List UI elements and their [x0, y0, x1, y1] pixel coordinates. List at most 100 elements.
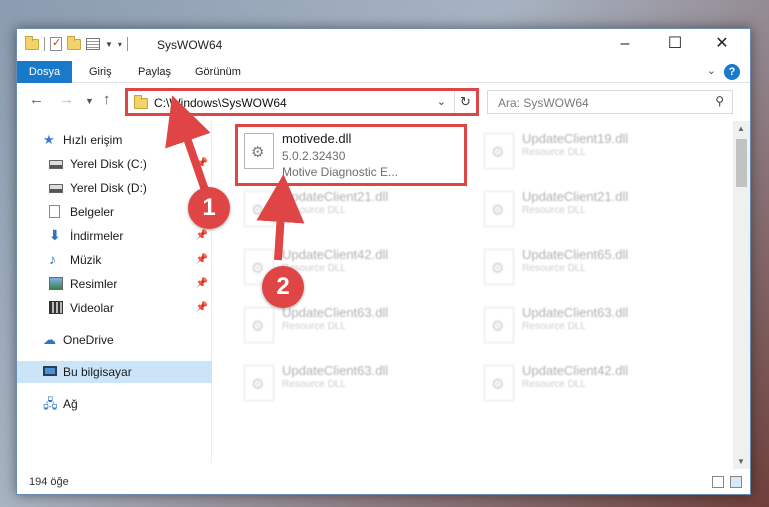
file-version: 5.0.2.32430 — [282, 149, 346, 163]
document-icon — [49, 205, 60, 218]
back-arrow-icon[interactable]: ← — [29, 91, 44, 108]
search-input[interactable]: Ara: SysWOW64 ⚲ — [487, 90, 733, 114]
scrollbar-thumb[interactable] — [736, 139, 747, 187]
pin-icon[interactable]: 📌 — [196, 273, 208, 295]
folder-icon[interactable] — [25, 35, 39, 50]
tab-home[interactable]: Giriş — [89, 61, 112, 83]
customize-qat-icon[interactable]: ▾ — [118, 40, 122, 49]
pin-icon[interactable]: 📌 — [196, 249, 208, 271]
sidebar-item-label: Müzik — [70, 253, 102, 267]
music-icon: ♪ — [49, 251, 56, 267]
toolbar-separator — [126, 37, 128, 51]
pin-icon[interactable]: 📌 — [196, 153, 208, 175]
quick-access-toolbar: ▼ ▾ — [25, 35, 128, 51]
forward-arrow-icon[interactable]: → — [59, 91, 74, 108]
file-type: Resource DLL — [282, 379, 346, 390]
address-path[interactable]: C:\Windows\SysWOW64 — [154, 96, 287, 110]
large-icons-view-icon[interactable] — [730, 476, 742, 488]
minimize-button[interactable]: – — [603, 31, 647, 57]
file-name: UpdateClient65.dll — [522, 247, 629, 262]
refresh-icon[interactable]: ↻ — [454, 91, 476, 113]
dll-file-icon — [244, 191, 274, 227]
sidebar-item-label: Belgeler — [70, 205, 115, 219]
recent-locations-icon[interactable]: ▼ — [85, 96, 94, 106]
window-title: SysWOW64 — [157, 38, 223, 52]
sidebar-item-label: Ağ — [63, 397, 78, 411]
file-type: Resource DLL — [282, 205, 346, 216]
tab-share[interactable]: Paylaş — [138, 61, 171, 83]
dll-file-icon — [484, 133, 514, 169]
file-type: Resource DLL — [522, 321, 586, 332]
file-name: UpdateClient42.dll — [282, 247, 389, 262]
file-item[interactable]: UpdateClient65.dll Resource DLL — [478, 243, 704, 299]
video-icon — [49, 301, 63, 314]
title-bar: ▼ ▾ SysWOW64 – ☐ ✕ — [17, 29, 750, 61]
sidebar-item-label: Hızlı erişim — [63, 133, 123, 147]
help-icon[interactable]: ? — [724, 64, 740, 80]
status-bar: 194 öğe — [17, 470, 750, 494]
file-name: UpdateClient63.dll — [282, 305, 389, 320]
properties-check-icon[interactable] — [50, 36, 62, 51]
maximize-button[interactable]: ☐ — [653, 31, 697, 57]
pin-icon[interactable]: 📌 — [196, 297, 208, 319]
sidebar-item-label: İndirmeler — [70, 229, 124, 243]
navigation-pane: ★ Hızlı erişim Yerel Disk (C:) 📌 Yerel D… — [17, 121, 212, 463]
file-name: UpdateClient63.dll — [522, 305, 629, 320]
scroll-down-icon[interactable]: ▼ — [737, 457, 745, 466]
file-type: Resource DLL — [282, 321, 346, 332]
toolbar-separator — [44, 37, 45, 51]
search-icon[interactable]: ⚲ — [715, 94, 724, 108]
file-name: UpdateClient21.dll — [522, 189, 629, 204]
ribbon-tabs: Dosya Giriş Paylaş Görünüm ⌄ ? — [17, 61, 750, 83]
close-button[interactable]: ✕ — [700, 31, 744, 57]
tab-file[interactable]: Dosya — [17, 61, 72, 83]
sidebar-item-documents[interactable]: Belgeler — [17, 201, 212, 223]
file-item[interactable]: UpdateClient21.dll Resource DLL — [238, 185, 464, 241]
details-view-icon[interactable] — [712, 476, 724, 488]
sidebar-item-label: Resimler — [70, 277, 118, 291]
sidebar-item-onedrive[interactable]: ☁ OneDrive — [17, 329, 212, 351]
qat-dropdown-icon[interactable]: ▼ — [105, 40, 113, 49]
file-item[interactable]: UpdateClient19.dll Resource DLL — [478, 127, 704, 183]
new-folder-icon[interactable] — [67, 35, 81, 50]
sidebar-item-pictures[interactable]: Resimler 📌 — [17, 273, 212, 295]
file-item[interactable]: UpdateClient63.dll Resource DLL — [478, 301, 704, 357]
vertical-scrollbar[interactable]: ▲ ▼ — [733, 121, 750, 469]
view-properties-icon[interactable] — [86, 38, 100, 50]
file-item-motivede[interactable]: motivede.dll 5.0.2.32430 Motive Diagnost… — [235, 124, 467, 186]
cloud-icon: ☁ — [43, 332, 56, 347]
sidebar-item-local-disk-c[interactable]: Yerel Disk (C:) 📌 — [17, 153, 212, 175]
up-arrow-icon[interactable]: ↑ — [103, 91, 111, 108]
expand-ribbon-icon[interactable]: ⌄ — [707, 64, 716, 77]
file-item[interactable]: UpdateClient63.dll Resource DLL — [238, 301, 464, 357]
scroll-up-icon[interactable]: ▲ — [737, 124, 745, 133]
file-item[interactable]: UpdateClient21.dll Resource DLL — [478, 185, 704, 241]
file-type: Resource DLL — [522, 379, 586, 390]
file-type: Resource DLL — [522, 205, 586, 216]
sidebar-item-music[interactable]: ♪ Müzik 📌 — [17, 249, 212, 271]
sidebar-item-downloads[interactable]: ⬇ İndirmeler 📌 — [17, 225, 212, 247]
sidebar-item-this-pc[interactable]: Bu bilgisayar — [17, 361, 212, 383]
sidebar-item-network[interactable]: 🖧 Ağ — [17, 393, 212, 415]
step-1-badge: 1 — [188, 187, 230, 229]
address-bar[interactable]: C:\Windows\SysWOW64 ⌄ ↻ — [125, 88, 479, 116]
sidebar-item-label: Yerel Disk (C:) — [70, 157, 147, 171]
file-name: motivede.dll — [282, 131, 352, 146]
dll-file-icon — [244, 307, 274, 343]
step-2-badge: 2 — [262, 266, 304, 308]
sidebar-item-local-disk-d[interactable]: Yerel Disk (D:) — [17, 177, 212, 199]
file-name: UpdateClient19.dll — [522, 131, 629, 146]
dll-file-icon — [484, 365, 514, 401]
item-count: 194 öğe — [29, 476, 69, 488]
sidebar-item-quick-access[interactable]: ★ Hızlı erişim — [17, 129, 212, 151]
tab-view[interactable]: Görünüm — [195, 61, 241, 83]
folder-icon — [134, 95, 148, 109]
file-item[interactable]: UpdateClient42.dll Resource DLL — [478, 359, 704, 415]
sidebar-item-videos[interactable]: Videolar 📌 — [17, 297, 212, 319]
network-icon: 🖧 — [43, 396, 58, 411]
file-item[interactable]: UpdateClient63.dll Resource DLL — [238, 359, 464, 415]
sidebar-item-label: Yerel Disk (D:) — [70, 181, 147, 195]
chevron-down-icon[interactable]: ⌄ — [437, 95, 446, 108]
file-type: Resource DLL — [522, 147, 586, 158]
disk-icon — [49, 184, 63, 193]
